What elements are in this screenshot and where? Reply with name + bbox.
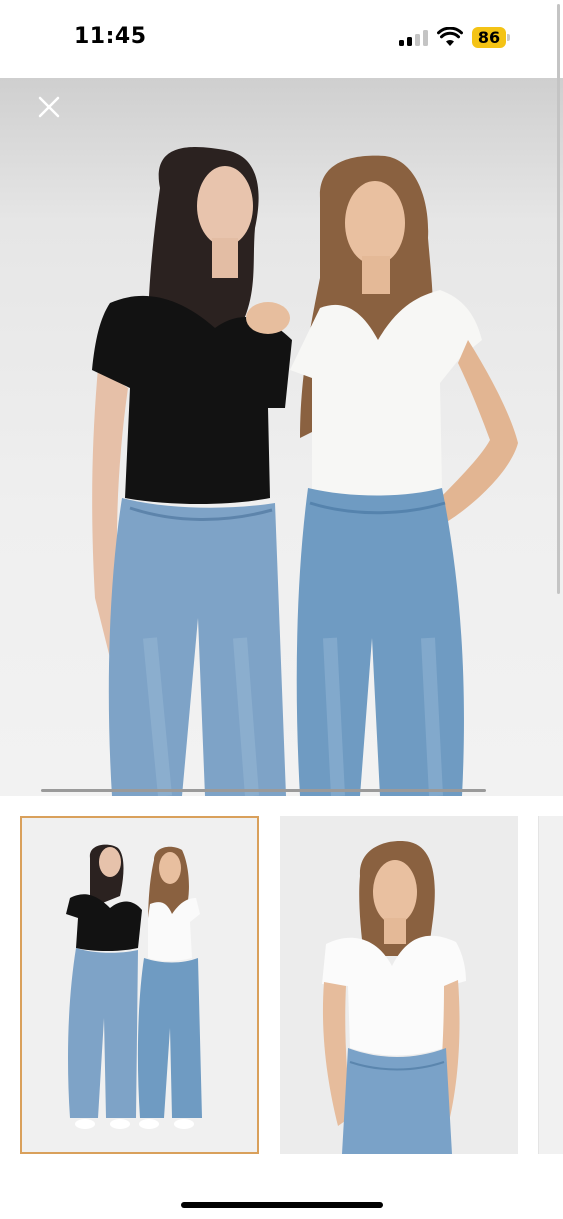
single-model-thumbnail-photo xyxy=(322,841,466,1154)
home-indicator[interactable] xyxy=(181,1202,383,1208)
battery-level: 86 xyxy=(472,27,506,48)
thumbnail-1-selected[interactable] xyxy=(20,816,259,1154)
horizontal-scroll-indicator[interactable] xyxy=(41,789,486,792)
wifi-icon xyxy=(437,27,463,46)
main-product-image[interactable] xyxy=(0,78,563,796)
close-icon[interactable] xyxy=(34,92,64,122)
vertical-scrollbar[interactable] xyxy=(557,4,560,594)
status-time: 11:45 xyxy=(74,24,147,49)
two-models-thumbnail-photo xyxy=(66,844,202,1129)
cellular-signal-icon xyxy=(399,30,429,46)
status-bar: 11:45 86 xyxy=(0,0,563,78)
thumbnail-2[interactable] xyxy=(280,816,518,1154)
thumbnail-3-partial[interactable] xyxy=(538,816,563,1154)
battery-icon: 86 xyxy=(472,27,510,49)
two-models-photo xyxy=(92,146,518,796)
